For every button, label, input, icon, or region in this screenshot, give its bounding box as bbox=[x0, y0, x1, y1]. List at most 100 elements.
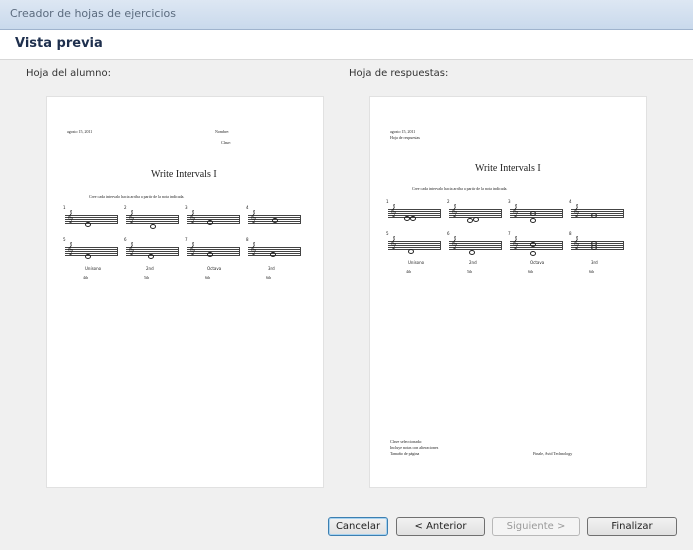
staff-line bbox=[571, 249, 624, 250]
student-worksheet-title: Write Intervals I bbox=[151, 169, 217, 180]
answer-sheet-preview[interactable]: agosto 15, 2011 Hoja de respuestas Write… bbox=[370, 97, 646, 487]
interval-number: 6 bbox=[447, 231, 450, 236]
whole-note bbox=[207, 220, 213, 225]
whole-note bbox=[591, 245, 597, 250]
barline bbox=[239, 247, 240, 256]
interval-label: Unísono bbox=[85, 266, 102, 271]
staff-measure: 𝄞 2 bbox=[124, 205, 179, 229]
interval-label: 2nd bbox=[469, 260, 477, 265]
answer-footer-line-2: Incluye notas con alteraciones bbox=[390, 445, 439, 450]
finish-button[interactable]: Finalizar bbox=[587, 517, 677, 536]
interval-number: 6 bbox=[124, 237, 127, 242]
answer-date: agosto 15, 2011 bbox=[390, 129, 416, 134]
whole-note bbox=[530, 211, 536, 216]
staff-measure: 𝄞 3 bbox=[508, 199, 563, 223]
barline bbox=[178, 215, 179, 224]
cancel-button[interactable]: Cancelar bbox=[328, 517, 388, 536]
interval-number: 4 bbox=[569, 199, 572, 204]
interval-label: Octava bbox=[207, 266, 222, 271]
staff-measure: 𝄞 5 Unísono bbox=[63, 237, 118, 271]
interval-label: 3rd bbox=[268, 266, 275, 271]
interval-label: Octava bbox=[530, 260, 545, 265]
whole-note bbox=[530, 251, 536, 256]
interval-number: 8 bbox=[569, 231, 572, 236]
treble-clef-icon: 𝄞 bbox=[250, 210, 257, 223]
student-instructions: Cree cada intervalo hacia arriba a parti… bbox=[89, 194, 185, 199]
treble-clef-icon: 𝄞 bbox=[451, 236, 458, 249]
barline bbox=[117, 247, 118, 256]
barline bbox=[562, 241, 563, 250]
whole-note bbox=[272, 218, 278, 223]
staff-measure: 𝄞 7 Octava bbox=[185, 237, 240, 271]
staff-measure: 𝄞 6 2nd bbox=[124, 237, 179, 271]
barline bbox=[623, 209, 624, 218]
treble-clef-icon: 𝄞 bbox=[451, 204, 458, 217]
interval-label: 6th bbox=[205, 275, 211, 280]
interval-label: 3rd bbox=[591, 260, 598, 265]
interval-label: Unísono bbox=[408, 260, 425, 265]
treble-clef-icon: 𝄞 bbox=[189, 210, 196, 223]
staff-measure: 𝄞 4 bbox=[246, 205, 301, 229]
answer-instructions: Cree cada intervalo hacia arriba a parti… bbox=[412, 186, 508, 191]
whole-note bbox=[148, 254, 154, 259]
barline bbox=[562, 209, 563, 218]
interval-label: 4th bbox=[83, 275, 89, 280]
barline bbox=[239, 215, 240, 224]
staff-measure: 𝄞 1 bbox=[386, 199, 441, 223]
answer-footer-line-3: Tamaño de página bbox=[390, 451, 420, 456]
staff-line bbox=[388, 249, 441, 250]
student-class-label: Clase: bbox=[221, 140, 231, 145]
treble-clef-icon: 𝄞 bbox=[573, 204, 580, 217]
staff-measure: 𝄞 8 3rd bbox=[246, 237, 301, 271]
treble-clef-icon: 𝄞 bbox=[67, 210, 74, 223]
staff-line bbox=[510, 249, 563, 250]
interval-number: 1 bbox=[63, 205, 66, 210]
interval-number: 7 bbox=[185, 237, 188, 242]
staff-measure: 𝄞 3 bbox=[185, 205, 240, 229]
whole-note bbox=[408, 249, 414, 254]
next-button[interactable]: Siguiente > bbox=[492, 517, 580, 536]
whole-note bbox=[85, 254, 91, 259]
whole-note bbox=[270, 252, 276, 257]
barline bbox=[300, 215, 301, 224]
staff-measure: 𝄞 6 2nd bbox=[447, 231, 502, 265]
staff-measure: 𝄞 7 Octava bbox=[508, 231, 563, 265]
answer-footer-right: Finale, Avid Technology bbox=[533, 451, 573, 456]
whole-note bbox=[530, 242, 536, 247]
student-sheet-preview[interactable]: agosto 15, 2011 Nombre: Clase: Write Int… bbox=[47, 97, 323, 487]
title-bar: Creador de hojas de ejercicios bbox=[0, 0, 693, 30]
staff-measure: 𝄞 2 bbox=[447, 199, 502, 223]
whole-note bbox=[410, 216, 416, 221]
barline bbox=[501, 209, 502, 218]
button-bar: Cancelar < Anterior Siguiente > Finaliza… bbox=[0, 512, 693, 550]
barline bbox=[440, 241, 441, 250]
interval-number: 3 bbox=[185, 205, 188, 210]
staff-line bbox=[187, 255, 240, 256]
interval-label: 5th bbox=[144, 275, 150, 280]
interval-label: 5th bbox=[467, 269, 473, 274]
interval-label: 6th bbox=[528, 269, 534, 274]
interval-number: 5 bbox=[63, 237, 66, 242]
interval-number: 5 bbox=[386, 231, 389, 236]
interval-label: 6th bbox=[266, 275, 272, 280]
treble-clef-icon: 𝄞 bbox=[390, 204, 397, 217]
staff-line bbox=[449, 249, 502, 250]
interval-label: 2nd bbox=[146, 266, 154, 271]
staff-line bbox=[571, 217, 624, 218]
student-name-label: Nombre: bbox=[215, 129, 230, 134]
interval-number: 2 bbox=[124, 205, 127, 210]
answer-subtitle: Hoja de respuestas bbox=[390, 135, 420, 140]
barline bbox=[440, 209, 441, 218]
interval-number: 7 bbox=[508, 231, 511, 236]
window-title: Creador de hojas de ejercicios bbox=[10, 7, 176, 20]
barline bbox=[300, 247, 301, 256]
barline bbox=[501, 241, 502, 250]
staff-measure: 𝄞 4 bbox=[569, 199, 624, 223]
treble-clef-icon: 𝄞 bbox=[128, 210, 135, 223]
staff-line bbox=[187, 223, 240, 224]
treble-clef-icon: 𝄞 bbox=[573, 236, 580, 249]
whole-note bbox=[591, 213, 597, 218]
staff-line bbox=[248, 223, 301, 224]
back-button[interactable]: < Anterior bbox=[396, 517, 485, 536]
interval-label: 6th bbox=[589, 269, 595, 274]
